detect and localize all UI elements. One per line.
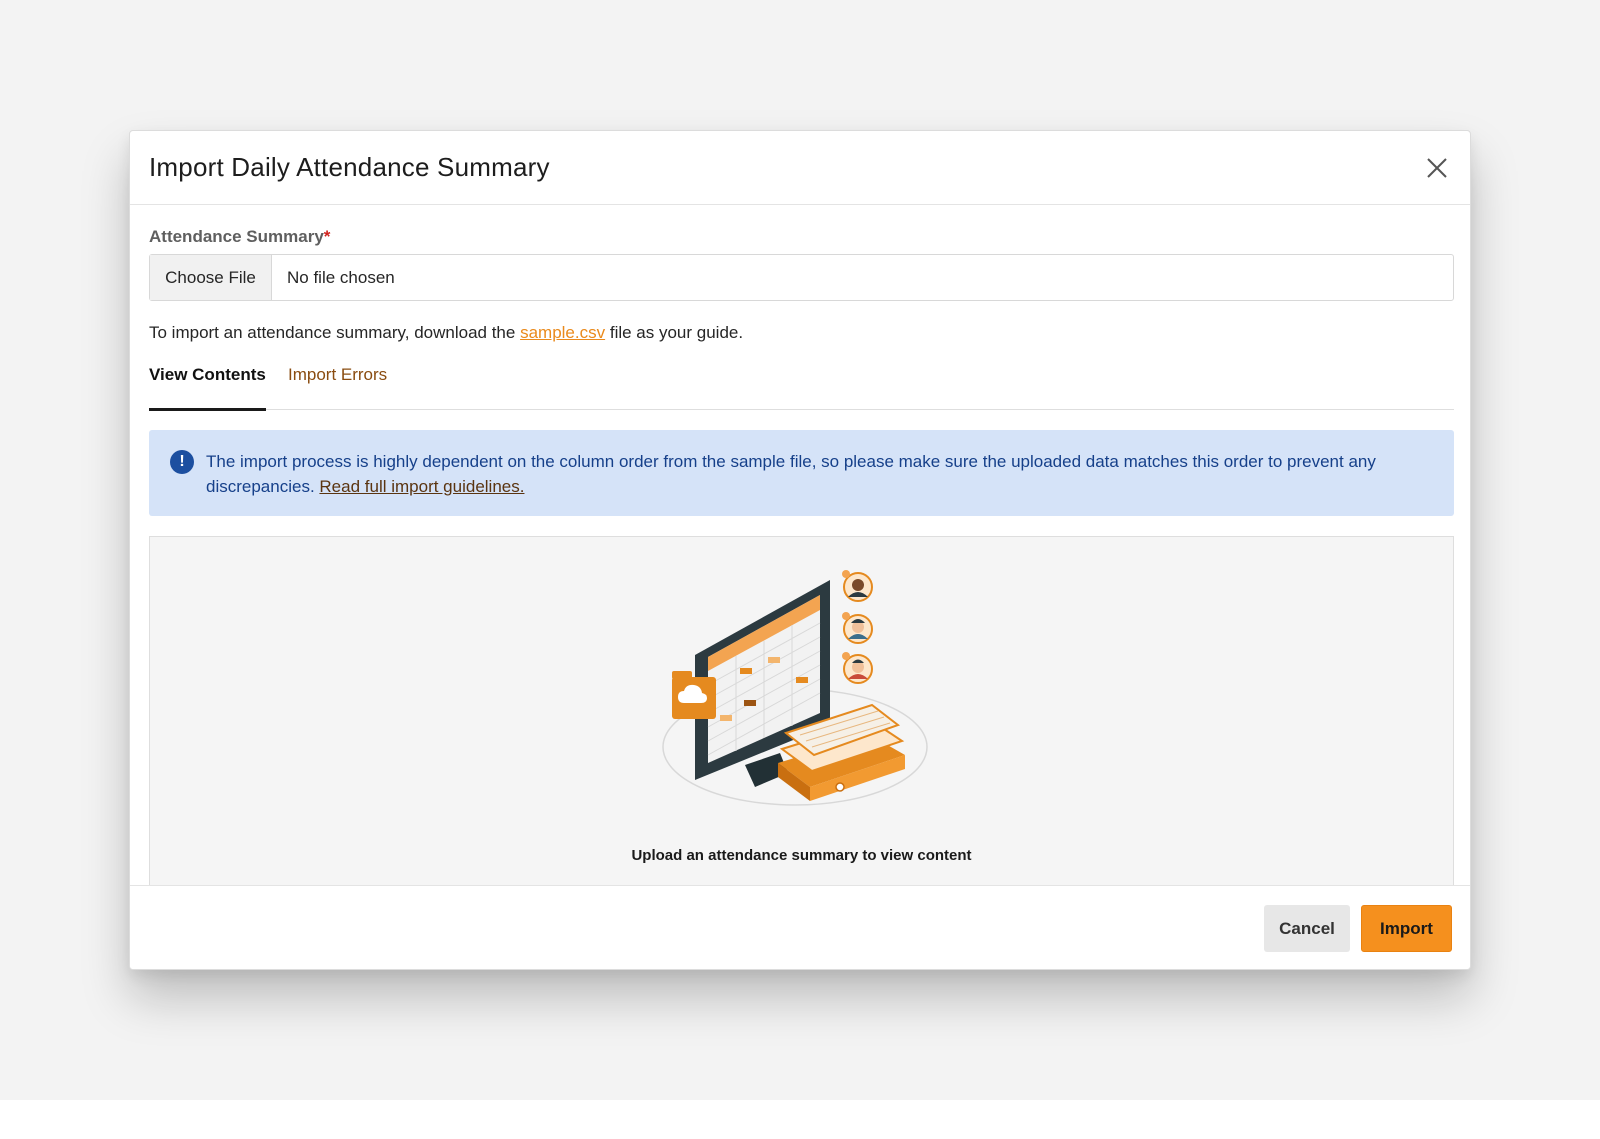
import-button[interactable]: Import [1361,905,1452,952]
file-input[interactable]: Choose File No file chosen [149,254,1454,301]
choose-file-button[interactable]: Choose File [150,255,272,300]
guide-suffix: file as your guide. [609,323,744,342]
cancel-button[interactable]: Cancel [1264,905,1350,952]
modal-header: Import Daily Attendance Summary [130,131,1470,205]
file-status: No file chosen [287,267,395,287]
import-modal: Import Daily Attendance Summary Attendan… [129,130,1471,970]
guide-prefix: To import an attendance summary, downloa… [149,323,516,342]
field-label-text: Attendance Summary [149,227,324,246]
page-bottom-strip [0,1100,1600,1139]
modal-footer: Cancel Import [130,885,1470,969]
attendance-summary-label: Attendance Summary* [149,227,330,247]
import-guidelines-link[interactable]: Read full import guidelines. [319,477,524,496]
sample-csv-link[interactable]: sample.csv [520,323,605,342]
close-icon[interactable] [1424,155,1450,181]
modal-title: Import Daily Attendance Summary [149,152,550,182]
content-preview: Upload an attendance summary to view con… [149,536,1454,896]
info-icon: ! [170,450,194,474]
tab-import-errors[interactable]: Import Errors [288,365,387,409]
tab-view-contents[interactable]: View Contents [149,365,266,411]
empty-state-caption: Upload an attendance summary to view con… [631,847,972,864]
info-alert: ! The import process is highly dependent… [149,430,1454,516]
required-marker: * [323,227,331,246]
sample-guide-text: To import an attendance summary, downloa… [149,323,743,343]
upload-illustration [660,565,940,815]
content-tabs: View Contents Import Errors [149,365,1454,411]
alert-text: The import process is highly dependent o… [206,449,1436,499]
